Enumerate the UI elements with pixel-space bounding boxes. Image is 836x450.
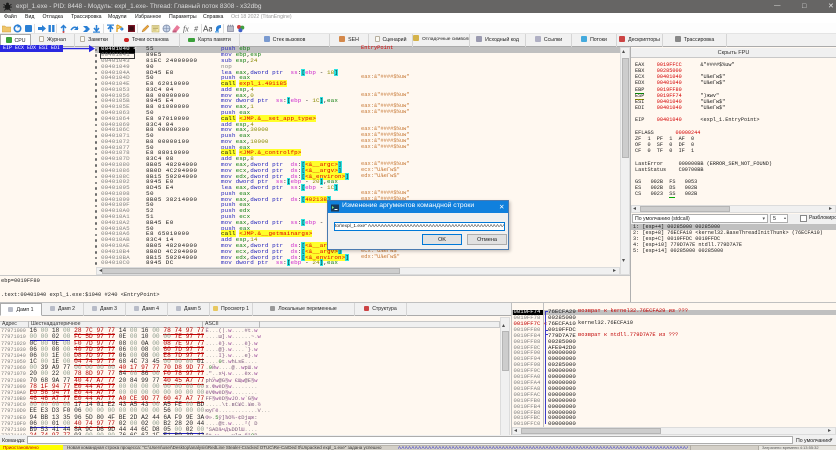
- svg-text:fx: fx: [183, 25, 189, 34]
- svg-text:Aа: Aа: [203, 25, 212, 34]
- svg-text:#: #: [194, 25, 199, 34]
